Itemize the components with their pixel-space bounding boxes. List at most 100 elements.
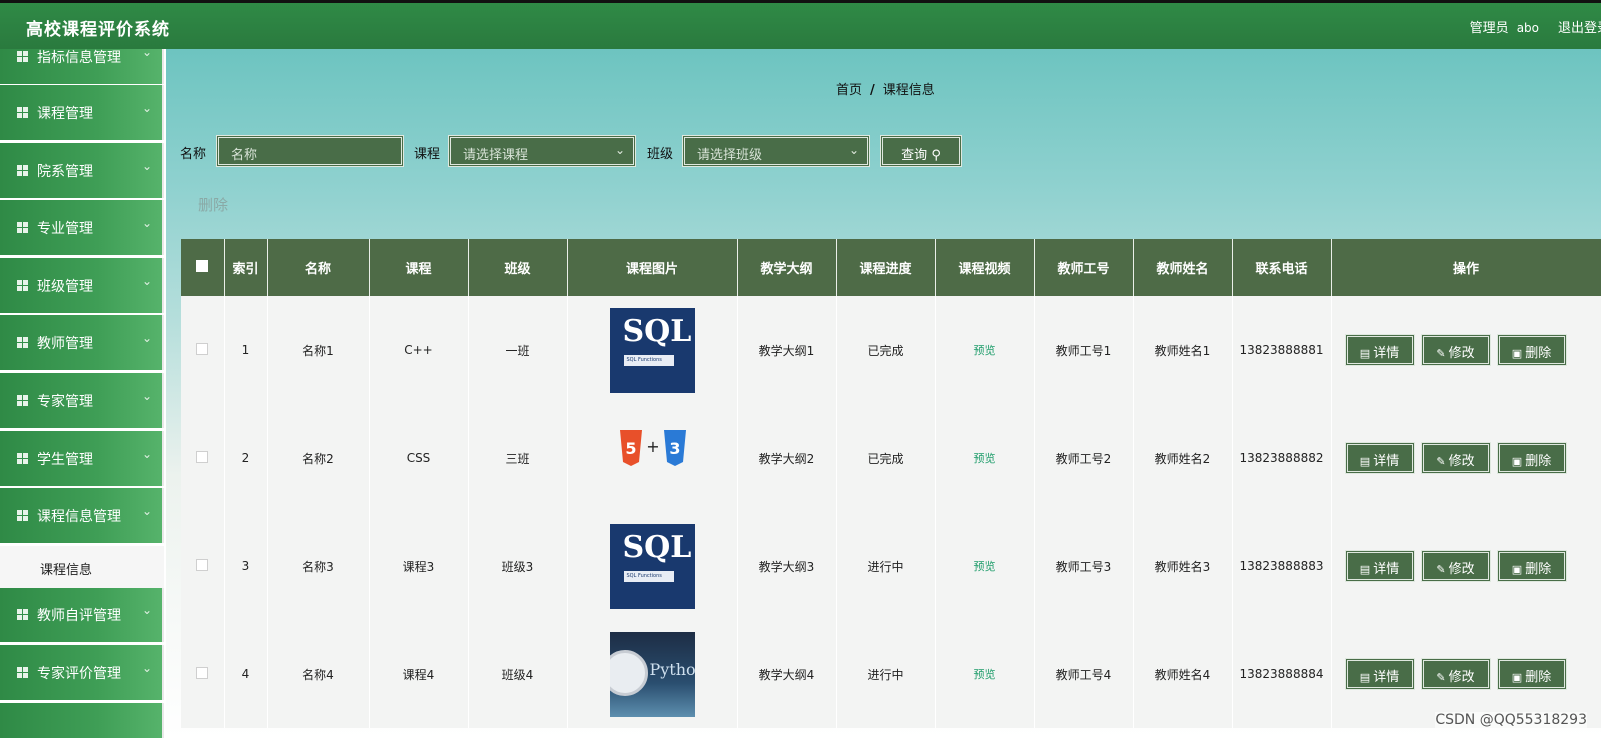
class-select-value: 请选择班级 bbox=[697, 148, 763, 163]
svg-text:3: 3 bbox=[669, 439, 680, 458]
delete-button[interactable]: ▣ 删除 bbox=[1496, 442, 1567, 474]
sidebar-item[interactable]: 班级管理 ⌄ bbox=[0, 258, 164, 313]
grid-icon bbox=[17, 337, 28, 348]
cell-teacher-name: 教师姓名4 bbox=[1133, 620, 1233, 728]
edit-button-label: 修改 bbox=[1448, 670, 1475, 685]
delete-button-label: 删除 bbox=[1525, 670, 1552, 685]
monitor-icon bbox=[17, 510, 28, 521]
logout-link[interactable]: 退出登录 bbox=[1558, 17, 1601, 36]
select-all-checkbox[interactable] bbox=[196, 259, 209, 272]
sidebar-item-label: 专家评价管理 bbox=[37, 666, 121, 682]
sidebar-item[interactable]: 院系管理 ⌄ bbox=[0, 143, 164, 198]
detail-button[interactable]: ▤ 详情 bbox=[1344, 658, 1415, 690]
delete-button[interactable]: ▣ 删除 bbox=[1496, 334, 1567, 366]
sidebar-item-label: 专业管理 bbox=[37, 221, 93, 237]
row-checkbox[interactable] bbox=[196, 450, 209, 463]
batch-delete-button[interactable]: 删除 bbox=[198, 194, 228, 215]
detail-button[interactable]: ▤ 详情 bbox=[1344, 442, 1415, 474]
search-icon: ⚲ bbox=[931, 148, 941, 163]
query-button[interactable]: 查询 ⚲ bbox=[880, 135, 962, 167]
sidebar-item[interactable] bbox=[0, 703, 164, 738]
edit-button-label: 修改 bbox=[1448, 562, 1475, 577]
row-select[interactable] bbox=[181, 404, 225, 512]
video-preview-link[interactable]: 预览 bbox=[974, 560, 996, 573]
column-header: 教师姓名 bbox=[1133, 239, 1233, 296]
column-header: 班级 bbox=[468, 239, 568, 296]
column-header: 联系电话 bbox=[1232, 239, 1332, 296]
sidebar-item[interactable]: 指标信息管理 ⌄ bbox=[0, 49, 164, 84]
sidebar-item[interactable]: 专家评价管理 ⌄ bbox=[0, 645, 164, 700]
edit-button-label: 修改 bbox=[1448, 454, 1475, 469]
watermark: CSDN @QQ55318293 bbox=[1435, 712, 1587, 728]
sidebar-item[interactable]: 课程信息管理 ⌄ bbox=[0, 488, 164, 543]
table-row: 1 名称1 C++ 一班 SQL SQL Functions 教学大纲1 已完成 预览 教师工号1… bbox=[181, 296, 1601, 404]
sidebar-item[interactable]: 教师自评管理 ⌄ bbox=[0, 587, 164, 642]
header-select-all[interactable] bbox=[181, 239, 225, 296]
class-select[interactable]: 请选择班级 ⌄ bbox=[682, 135, 870, 167]
sidebar-item[interactable]: 专家管理 ⌄ bbox=[0, 373, 164, 428]
svg-text:5: 5 bbox=[625, 439, 636, 458]
admin-username: abo bbox=[1516, 21, 1539, 35]
row-checkbox[interactable] bbox=[196, 666, 209, 679]
column-header: 教师工号 bbox=[1034, 239, 1134, 296]
sidebar-item[interactable]: 教师管理 ⌄ bbox=[0, 315, 164, 370]
cell-progress: 进行中 bbox=[836, 620, 936, 728]
query-button-label: 查询 bbox=[901, 148, 928, 163]
edit-button[interactable]: ✎ 修改 bbox=[1420, 442, 1491, 474]
delete-button[interactable]: ▣ 删除 bbox=[1496, 550, 1567, 582]
course-select[interactable]: 请选择课程 ⌄ bbox=[448, 135, 636, 167]
detail-button[interactable]: ▤ 详情 bbox=[1344, 334, 1415, 366]
cell-syllabus: 教学大纲3 bbox=[737, 512, 837, 620]
row-checkbox[interactable] bbox=[196, 342, 209, 355]
chevron-down-icon: ⌄ bbox=[141, 447, 152, 461]
row-select[interactable] bbox=[181, 296, 225, 404]
video-preview-link[interactable]: 预览 bbox=[974, 668, 996, 681]
table-row: 3 名称3 课程3 班级3 SQL SQL Functions 教学大纲3 进行中 预览 教师工号… bbox=[181, 512, 1601, 620]
cell-phone: 13823888882 bbox=[1232, 404, 1332, 512]
detail-button-label: 详情 bbox=[1373, 562, 1400, 577]
edit-button[interactable]: ✎ 修改 bbox=[1420, 658, 1491, 690]
edit-button[interactable]: ✎ 修改 bbox=[1420, 334, 1491, 366]
cell-teacher-id: 教师工号3 bbox=[1034, 512, 1134, 620]
sidebar-item[interactable]: 课程管理 ⌄ bbox=[0, 85, 164, 140]
cell-class: 班级4 bbox=[468, 620, 568, 728]
sidebar-item[interactable]: 专业管理 ⌄ bbox=[0, 200, 164, 255]
main-content: 首页 / 课程信息 名称 名称 课程 请选择课程 ⌄ 班级 请选择班级 ⌄ 查询 ⚲… bbox=[166, 49, 1601, 738]
sidebar-item[interactable]: 学生管理 ⌄ bbox=[0, 431, 164, 486]
chevron-down-icon: ⌄ bbox=[141, 49, 152, 59]
image-text: SQL bbox=[622, 529, 692, 565]
breadcrumb-home[interactable]: 首页 bbox=[836, 83, 862, 98]
row-checkbox[interactable] bbox=[196, 558, 209, 571]
cell-progress: 进行中 bbox=[836, 512, 936, 620]
column-header: 教学大纲 bbox=[737, 239, 837, 296]
chevron-down-icon: ⌄ bbox=[141, 661, 152, 675]
cell-index: 4 bbox=[224, 620, 268, 728]
cell-index: 3 bbox=[224, 512, 268, 620]
detail-button[interactable]: ▤ 详情 bbox=[1344, 550, 1415, 582]
sidebar-subitem-course-info[interactable]: 课程信息 bbox=[0, 546, 164, 588]
course-select-value: 请选择课程 bbox=[463, 148, 529, 163]
sidebar-item-label: 教师管理 bbox=[37, 336, 93, 352]
cell-video: 预览 bbox=[935, 296, 1035, 404]
delete-button[interactable]: ▣ 删除 bbox=[1496, 658, 1567, 690]
breadcrumb-separator: / bbox=[870, 83, 875, 98]
edit-button-label: 修改 bbox=[1448, 346, 1475, 361]
clipboard-icon bbox=[17, 165, 28, 176]
video-preview-link[interactable]: 预览 bbox=[974, 344, 996, 357]
cell-image: Python bbox=[567, 620, 738, 728]
grid-icon bbox=[17, 222, 28, 233]
row-select[interactable] bbox=[181, 620, 225, 728]
chevron-down-icon: ⌄ bbox=[141, 216, 152, 230]
video-preview-link[interactable]: 预览 bbox=[974, 452, 996, 465]
column-header: 操作 bbox=[1331, 239, 1601, 296]
name-input[interactable]: 名称 bbox=[216, 135, 404, 167]
cell-teacher-name: 教师姓名1 bbox=[1133, 296, 1233, 404]
grid-icon bbox=[17, 51, 28, 62]
thumb-icon bbox=[17, 107, 28, 118]
edit-button[interactable]: ✎ 修改 bbox=[1420, 550, 1491, 582]
trash-icon: ▣ bbox=[1511, 671, 1523, 684]
row-select[interactable] bbox=[181, 512, 225, 620]
cell-image: SQL SQL Functions bbox=[567, 296, 738, 404]
detail-button-label: 详情 bbox=[1373, 670, 1400, 685]
course-image-sql: SQL SQL Functions bbox=[609, 307, 695, 393]
